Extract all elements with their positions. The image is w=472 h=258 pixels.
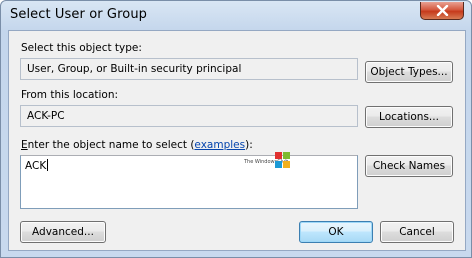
select-user-or-group-dialog: Select User or Group Select this object … [0,0,472,258]
advanced-button[interactable]: Advanced... [20,221,106,243]
examples-link[interactable]: examples [194,139,245,151]
object-type-field: User, Group, or Built-in security princi… [20,58,358,80]
dialog-title: Select User or Group [10,7,148,22]
watermark-blue-square [275,161,282,168]
watermark-green-square [283,152,290,159]
dialog-body: Select this object type: User, Group, or… [8,30,466,251]
location-field: ACK-PC [20,105,358,127]
object-name-label: Enter the object name to select (example… [21,139,253,151]
text-caret [47,159,49,171]
close-button[interactable] [420,2,464,20]
object-types-button[interactable]: Object Types... [365,61,453,83]
close-icon [436,5,449,16]
watermark-yellow-square [283,161,290,168]
windows-club-watermark: The WindowsClub [244,152,304,176]
watermark-red-square [275,152,282,159]
check-names-button[interactable]: Check Names [365,155,453,177]
cancel-button[interactable]: Cancel [380,221,454,243]
title-bar[interactable]: Select User or Group [1,1,471,29]
object-type-label: Select this object type: [21,42,142,54]
object-name-input[interactable]: ACK [20,155,358,209]
ok-button[interactable]: OK [299,221,373,243]
location-label: From this location: [21,89,119,101]
locations-button[interactable]: Locations... [365,106,453,128]
